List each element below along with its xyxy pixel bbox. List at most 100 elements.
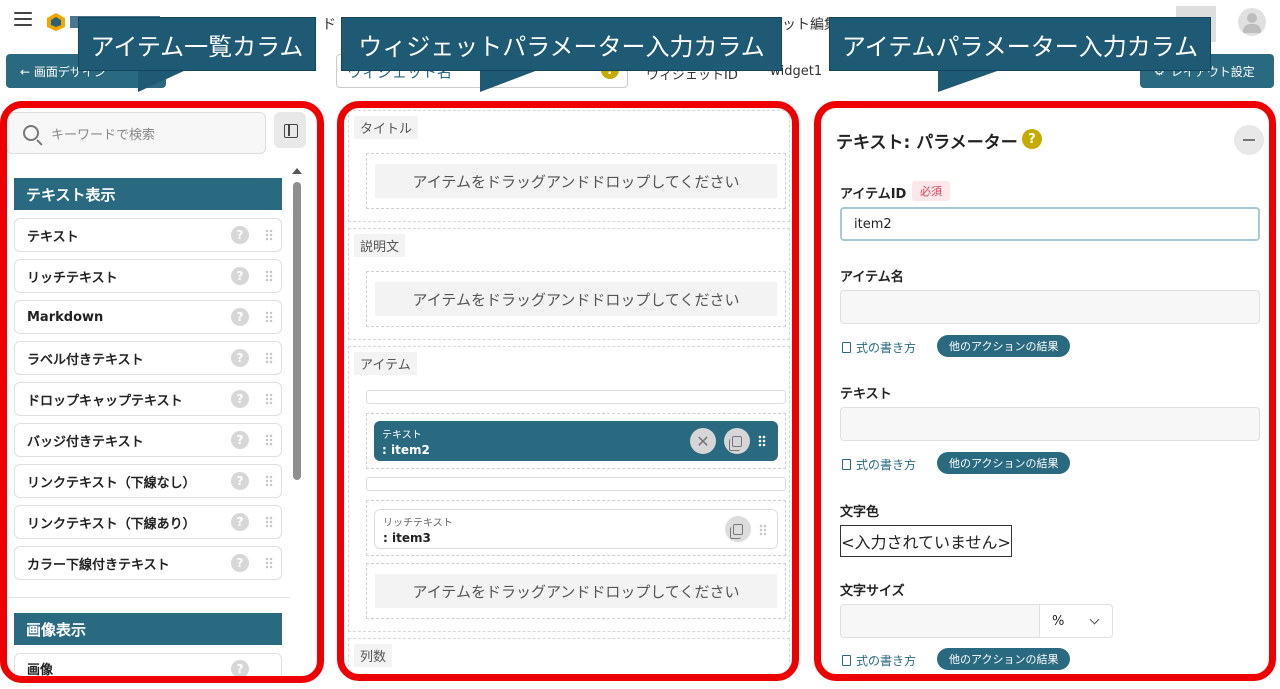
list-item-label: ラベル付きテキスト (27, 352, 144, 368)
list-item-label: ドロップキャップテキスト (27, 393, 183, 409)
drag-handle-icon[interactable] (265, 434, 273, 446)
drag-handle-icon[interactable] (265, 311, 273, 323)
item-name-field[interactable] (840, 290, 1260, 324)
list-item[interactable]: リッチテキスト ? (14, 259, 282, 293)
list-item[interactable]: バッジ付きテキスト ? (14, 423, 282, 457)
search-icon (23, 125, 39, 141)
drag-handle-icon[interactable] (265, 270, 273, 282)
other-action-result-button[interactable]: 他のアクションの結果 (937, 452, 1071, 474)
drag-handle-icon[interactable] (758, 435, 766, 447)
drop-zone-text: アイテムをドラッグアンドドロップしてください (375, 574, 777, 608)
text-field[interactable] (840, 407, 1260, 441)
formula-help-link[interactable]: 式の書き方 (842, 339, 916, 356)
help-icon[interactable]: ? (231, 390, 249, 408)
help-icon[interactable]: ? (231, 308, 249, 326)
help-icon[interactable]: ? (1022, 129, 1042, 149)
app-logo (46, 12, 66, 32)
drag-handle-icon[interactable] (265, 352, 273, 364)
search-placeholder: キーワードで検索 (51, 127, 156, 143)
copy-icon[interactable] (724, 428, 750, 454)
callout-tail (480, 70, 538, 92)
placed-item-card[interactable]: リッチテキスト : item3 (374, 509, 778, 549)
list-item[interactable]: カラー下線付きテキスト ? (14, 546, 282, 580)
required-badge: 必須 (912, 181, 950, 201)
item-id: : item3 (383, 531, 431, 545)
drag-handle-icon[interactable] (265, 393, 273, 405)
help-icon[interactable]: ? (231, 472, 249, 490)
scroll-up-arrow-icon[interactable] (292, 168, 302, 174)
callout-widget-params: ウィジェットパラメーター入力カラム (341, 17, 782, 71)
text-color-picker[interactable]: <入力されていません> (840, 525, 1012, 557)
help-icon[interactable]: ? (231, 267, 249, 285)
copy-icon[interactable] (725, 516, 751, 542)
formula-help-link-label: 式の書き方 (856, 458, 917, 472)
section-label: タイトル (354, 116, 419, 139)
divider (8, 597, 290, 598)
list-item[interactable]: ラベル付きテキスト ? (14, 341, 282, 375)
drop-zone[interactable]: アイテムをドラッグアンドドロップしてください (366, 563, 786, 619)
search-input[interactable]: キーワードで検索 (6, 112, 266, 154)
drag-handle-icon[interactable] (265, 475, 273, 487)
drop-zone[interactable]: アイテムをドラッグアンドドロップしてください (366, 271, 786, 327)
text-label: テキスト (840, 387, 892, 402)
list-item-label: リンクテキスト（下線あり） (27, 516, 196, 532)
drag-handle-icon[interactable] (265, 229, 273, 241)
item-type: テキスト (382, 430, 422, 441)
drop-zone[interactable]: アイテムをドラッグアンドドロップしてください (366, 153, 786, 209)
size-unit-select[interactable]: % (1039, 604, 1113, 638)
item-id: : item2 (382, 443, 430, 457)
section-label: アイテム (354, 352, 417, 375)
list-item-label: カラー下線付きテキスト (27, 557, 170, 573)
other-action-result-button[interactable]: 他のアクションの結果 (937, 648, 1071, 670)
document-icon (842, 342, 851, 353)
scrollbar-thumb[interactable] (293, 182, 301, 480)
list-item[interactable]: 画像 ? (14, 653, 282, 683)
collapse-icon[interactable] (1234, 125, 1264, 155)
other-action-result-button[interactable]: 他のアクションの結果 (937, 335, 1071, 357)
panel-toggle-icon[interactable] (274, 112, 306, 148)
text-size-input[interactable] (840, 604, 1040, 638)
item-id-field[interactable]: item2 (840, 207, 1260, 241)
drag-handle-icon[interactable] (759, 524, 767, 536)
category-header: テキスト表示 (14, 178, 282, 210)
list-item[interactable]: リンクテキスト（下線なし） ? (14, 464, 282, 498)
list-item[interactable]: ドロップキャップテキスト ? (14, 382, 282, 416)
help-icon[interactable]: ? (231, 554, 249, 572)
drag-handle-icon[interactable] (265, 557, 273, 569)
help-icon[interactable]: ? (231, 226, 249, 244)
item-name-label: アイテム名 (840, 270, 904, 285)
list-item-label: リッチテキスト (27, 270, 118, 286)
drop-slot[interactable] (366, 390, 786, 404)
help-icon[interactable]: ? (231, 660, 249, 678)
list-item[interactable]: テキスト ? (14, 218, 282, 252)
columns-section (348, 638, 790, 678)
help-icon[interactable]: ? (231, 349, 249, 367)
formula-help-link-label: 式の書き方 (856, 654, 917, 668)
list-item-label: バッジ付きテキスト (27, 434, 144, 450)
section-label: 説明文 (354, 234, 406, 257)
document-icon (842, 655, 851, 666)
formula-help-link[interactable]: 式の書き方 (842, 456, 916, 473)
category-header: 画像表示 (14, 613, 282, 645)
help-icon[interactable]: ? (231, 513, 249, 531)
list-item[interactable]: Markdown ? (14, 300, 282, 334)
list-item-label: 画像 (27, 662, 54, 678)
drop-zone-text: アイテムをドラッグアンドドロップしてください (375, 282, 777, 316)
placed-item-card-selected[interactable]: テキスト : item2 ✕ (374, 421, 778, 461)
avatar[interactable] (1238, 8, 1266, 36)
list-item[interactable]: リンクテキスト（下線あり） ? (14, 505, 282, 539)
size-unit-value: % (1052, 613, 1065, 629)
item-id-field-value: item2 (854, 216, 892, 232)
drag-handle-icon[interactable] (265, 516, 273, 528)
formula-help-link-label: 式の書き方 (856, 341, 917, 355)
help-icon[interactable]: ? (231, 431, 249, 449)
list-item-label: リンクテキスト（下線なし） (27, 475, 196, 491)
menu-icon[interactable] (14, 12, 32, 28)
document-icon (842, 459, 851, 470)
item-params-title: テキスト: パラメーター (836, 133, 1018, 153)
section-label: 列数 (354, 644, 393, 667)
item-type: リッチテキスト (383, 518, 453, 529)
formula-help-link[interactable]: 式の書き方 (842, 652, 916, 669)
close-icon[interactable]: ✕ (690, 428, 716, 454)
drop-slot[interactable] (366, 477, 786, 491)
